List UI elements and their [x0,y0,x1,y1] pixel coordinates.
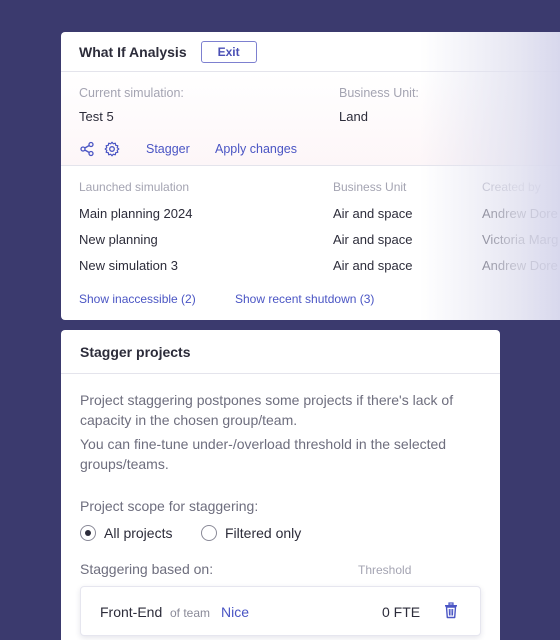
column-header-created-by: Created by [482,180,541,194]
simulation-name: New simulation 3 [79,258,178,273]
gear-icon[interactable] [104,141,120,157]
what-if-header: What If Analysis Exit [61,32,560,72]
simulation-row[interactable]: Main planning 2024 Air and space Andrew … [61,206,560,232]
what-if-analysis-panel: What If Analysis Exit Current simulation… [61,32,560,320]
team-threshold-row: Front-End of team Nice 0 FTE [80,586,481,636]
show-recent-shutdown-link[interactable]: Show recent shutdown (3) [235,292,374,306]
radio-all-projects[interactable] [80,525,96,541]
simulation-creator: Andrew Dore [482,206,558,221]
simulation-row[interactable]: New planning Air and space Victoria Marg [61,232,560,258]
simulation-unit: Air and space [333,258,413,273]
threshold-label: Threshold [358,563,412,577]
exit-button[interactable]: Exit [200,40,257,63]
radio-all-projects-label[interactable]: All projects [104,525,172,541]
trash-icon[interactable] [443,602,459,619]
column-header-business-unit: Business Unit [333,180,407,194]
stagger-title: Stagger projects [80,343,191,360]
simulation-name: New planning [79,232,158,247]
staggering-based-label: Staggering based on: [80,561,214,577]
team-group-name: Front-End [100,604,163,620]
stagger-description: Project staggering postpones some projec… [80,392,454,428]
show-inaccessible-link[interactable]: Show inaccessible (2) [79,292,196,306]
simulation-creator: Andrew Dore [482,258,558,273]
simulation-row[interactable]: New simulation 3 Air and space Andrew Do… [61,258,560,284]
simulation-name: Main planning 2024 [79,206,193,221]
stagger-link[interactable]: Stagger [146,142,190,156]
threshold-value[interactable]: 0 FTE [382,604,420,620]
radio-filtered-only-label[interactable]: Filtered only [225,525,301,541]
scope-label: Project scope for staggering: [80,498,259,514]
what-if-title: What If Analysis [79,43,187,60]
column-header-simulation: Launched simulation [79,180,190,194]
simulation-unit: Air and space [333,232,413,247]
share-icon[interactable] [79,141,95,157]
current-simulation-value: Test 5 [79,109,114,124]
business-unit-label: Business Unit: [339,86,419,100]
stagger-header: Stagger projects [61,330,500,374]
business-unit-value: Land [339,109,368,124]
stagger-threshold-description: You can fine-tune under-/overload thresh… [80,436,447,472]
radio-filtered-only[interactable] [201,525,217,541]
current-simulation-section: Current simulation: Test 5 Business Unit… [61,73,560,166]
apply-changes-link[interactable]: Apply changes [215,142,297,156]
stagger-projects-panel: Stagger projects Project staggering post… [61,330,500,640]
team-link[interactable]: Nice [221,604,249,620]
current-simulation-label: Current simulation: [79,86,184,100]
team-of-label: of team [170,606,211,620]
simulation-unit: Air and space [333,206,413,221]
simulation-creator: Victoria Marg [482,232,559,247]
